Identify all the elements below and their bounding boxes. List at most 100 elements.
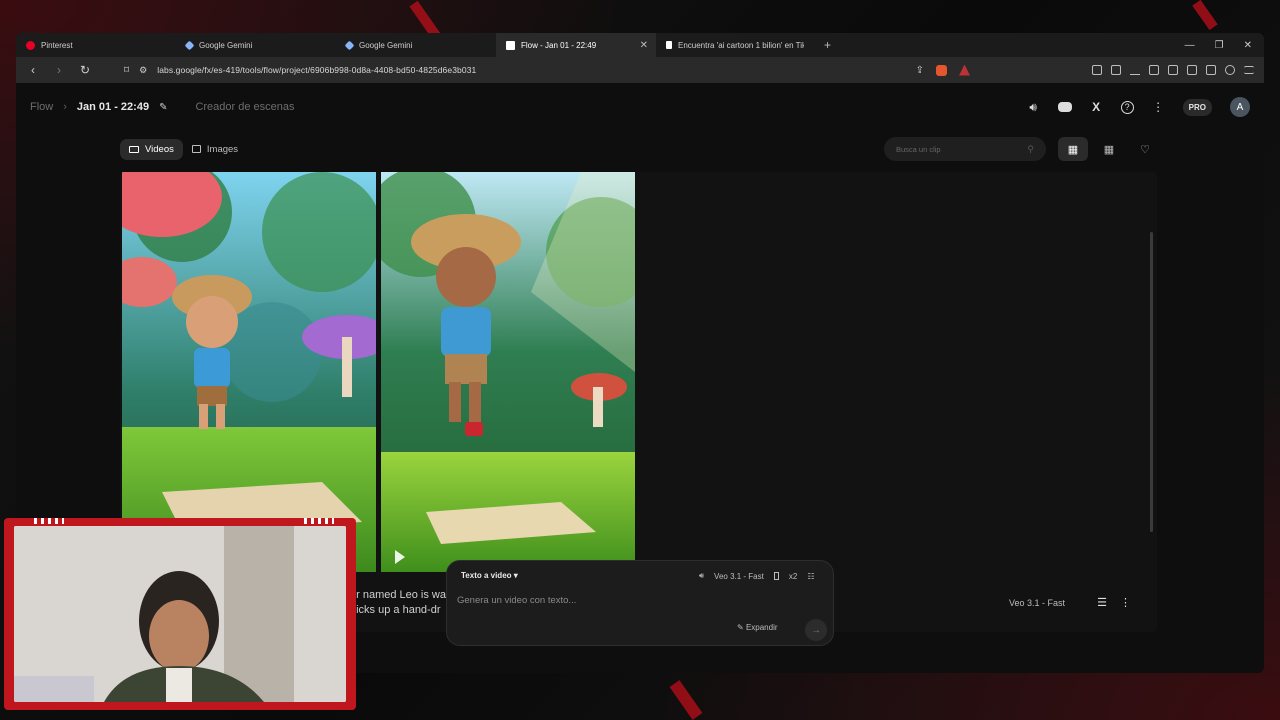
tab-bar: Pinterest Google Gemini Google Gemini Fl… [16, 33, 1264, 57]
volume-icon[interactable]: 🔊︎ [1027, 100, 1040, 114]
view-switcher: ▦ ▦ ♡ [1058, 137, 1160, 161]
tab-tiktok[interactable]: Encuentra 'ai cartoon 1 bilion' en Tik [656, 33, 816, 57]
tab-pinterest[interactable]: Pinterest [16, 33, 176, 57]
video-clip-2[interactable] [381, 172, 635, 572]
tab-label: Google Gemini [199, 40, 253, 50]
webcam-overlay [4, 518, 356, 710]
tab-gemini-2[interactable]: Google Gemini [336, 33, 496, 57]
restore-icon[interactable]: ❐ [1215, 40, 1224, 51]
pro-badge: PRO [1182, 98, 1212, 116]
tab-videos[interactable]: Videos [120, 138, 183, 160]
tab-gemini-1[interactable]: Google Gemini [176, 33, 336, 57]
new-tab-button[interactable]: + [816, 38, 839, 52]
favorites-icon[interactable]: ♡ [1130, 137, 1160, 161]
app-header: Flow › Jan 01 - 22:49 ✎ Creador de escen… [16, 83, 1264, 131]
generation-settings: 🔊︎ Veo 3.1 - Fast x2 ☷ [699, 571, 814, 581]
prompt-input[interactable]: Genera un video con texto... [457, 595, 576, 606]
decor-stripe [34, 518, 64, 524]
breadcrumb-root[interactable]: Flow [30, 101, 53, 113]
model-label: Veo 3.1 - Fast [1008, 598, 1065, 608]
more-vertical-icon[interactable]: ⋮ [1152, 100, 1165, 114]
scrollbar[interactable] [1150, 232, 1153, 532]
more-vertical-icon[interactable]: ⋮ [1120, 596, 1131, 609]
media-icon[interactable] [1149, 65, 1159, 75]
grid-small-view-icon[interactable]: ▦ [1094, 137, 1124, 161]
list-settings-icon[interactable]: ☰ [1097, 596, 1107, 609]
reload-icon[interactable]: ↻ [78, 63, 92, 77]
share-icon[interactable]: ⇪ [916, 65, 924, 76]
sidebar-icon[interactable] [1168, 65, 1178, 75]
rewards-icon[interactable] [959, 64, 970, 76]
help-icon[interactable]: ? [1120, 100, 1134, 114]
sliders-icon[interactable]: ☷ [807, 572, 814, 581]
tab-flow[interactable]: Flow - Jan 01 - 22:49 ✕ [496, 33, 656, 57]
bookmark-icon[interactable]: ⌑ [124, 65, 129, 76]
avatar[interactable]: A [1230, 97, 1250, 117]
pencil-icon[interactable]: ✎ [159, 102, 167, 113]
header-actions: 🔊︎ X ? ⋮ PRO A [1027, 97, 1250, 117]
tab-label: Videos [145, 143, 174, 155]
brave-shield-icon[interactable] [936, 64, 947, 76]
expand-label: Expandir [745, 623, 778, 632]
extension-icon[interactable] [1111, 65, 1121, 75]
mode-dropdown[interactable]: Texto a video ▾ [461, 571, 518, 580]
search-icon: ⚲ [1027, 143, 1034, 154]
vpn-icon[interactable] [1225, 65, 1235, 75]
video-clip-1[interactable] [122, 172, 376, 572]
menu-icon[interactable] [1244, 66, 1254, 74]
video-icon [129, 145, 139, 153]
media-toolbar: Videos Images Busca un clip ⚲ ▦ ▦ ♡ [120, 137, 1160, 161]
tab-label: Pinterest [41, 40, 73, 50]
discord-icon[interactable] [1057, 102, 1072, 112]
tab-label: Flow - Jan 01 - 22:49 [521, 40, 597, 50]
output-count[interactable]: x2 [789, 572, 797, 581]
x-icon[interactable]: X [1090, 100, 1103, 114]
url-field[interactable]: ⌑ ⚙ labs.google/fx/es-419/tools/flow/pro… [104, 65, 904, 76]
leo-icon[interactable] [1206, 65, 1216, 75]
caption-line: er named Leo is wa [350, 589, 446, 601]
clip-prompt-caption: er named Leo is wa picks up a hand-dr [350, 588, 446, 618]
model-selector[interactable]: Veo 3.1 - Fast [714, 572, 764, 581]
clip-search-input[interactable]: Busca un clip ⚲ [884, 137, 1046, 161]
flow-icon [506, 40, 515, 50]
expand-button[interactable]: ✎ Expandir [737, 623, 778, 632]
site-info-icon[interactable]: ⚙ [139, 65, 147, 76]
extensions [1092, 65, 1254, 75]
pinterest-icon [26, 40, 35, 50]
close-window-icon[interactable]: ✕ [1244, 40, 1252, 51]
search-placeholder: Busca un clip [896, 144, 941, 154]
forward-icon[interactable]: › [52, 63, 66, 77]
tab-label: Images [206, 143, 239, 155]
audio-icon[interactable]: 🔊︎ [699, 571, 704, 581]
video-thumbnail [122, 172, 376, 572]
minimize-icon[interactable]: — [1185, 40, 1195, 51]
download-icon[interactable] [1130, 65, 1140, 75]
url-text: labs.google/fx/es-419/tools/flow/project… [157, 65, 477, 75]
scene-builder-link[interactable]: Creador de escenas [195, 101, 294, 113]
aspect-ratio-icon[interactable] [773, 572, 779, 580]
tab-label: Encuentra 'ai cartoon 1 bilion' en Tik [678, 40, 804, 50]
gemini-icon [344, 40, 355, 50]
image-icon [191, 145, 201, 153]
tab-images[interactable]: Images [183, 139, 247, 160]
project-title: Jan 01 - 22:49 [76, 101, 150, 113]
wallet-icon[interactable] [1187, 65, 1197, 75]
grid-large-view-icon[interactable]: ▦ [1058, 137, 1088, 161]
gemini-icon [184, 40, 195, 50]
tiktok-icon [666, 41, 672, 49]
chevron-down-icon: ▾ [513, 571, 518, 580]
chevron-right-icon: › [63, 101, 67, 113]
mode-label: Texto a video [461, 571, 512, 580]
decor-stripe [304, 518, 334, 524]
send-button[interactable]: → [805, 619, 827, 641]
prompt-panel: Texto a video ▾ 🔊︎ Veo 3.1 - Fast x2 ☷ G… [446, 560, 834, 646]
webcam-image [14, 526, 346, 702]
tab-label: Google Gemini [359, 40, 413, 50]
window-controls: — ❐ ✕ [1185, 40, 1264, 51]
back-icon[interactable]: ‹ [26, 63, 40, 77]
address-bar: ‹ › ↻ ⌑ ⚙ labs.google/fx/es-419/tools/fl… [16, 57, 1264, 83]
video-thumbnail [381, 172, 635, 572]
magic-wand-icon: ✎ [737, 623, 744, 632]
close-icon[interactable]: ✕ [640, 40, 648, 51]
extension-icon[interactable] [1092, 65, 1102, 75]
